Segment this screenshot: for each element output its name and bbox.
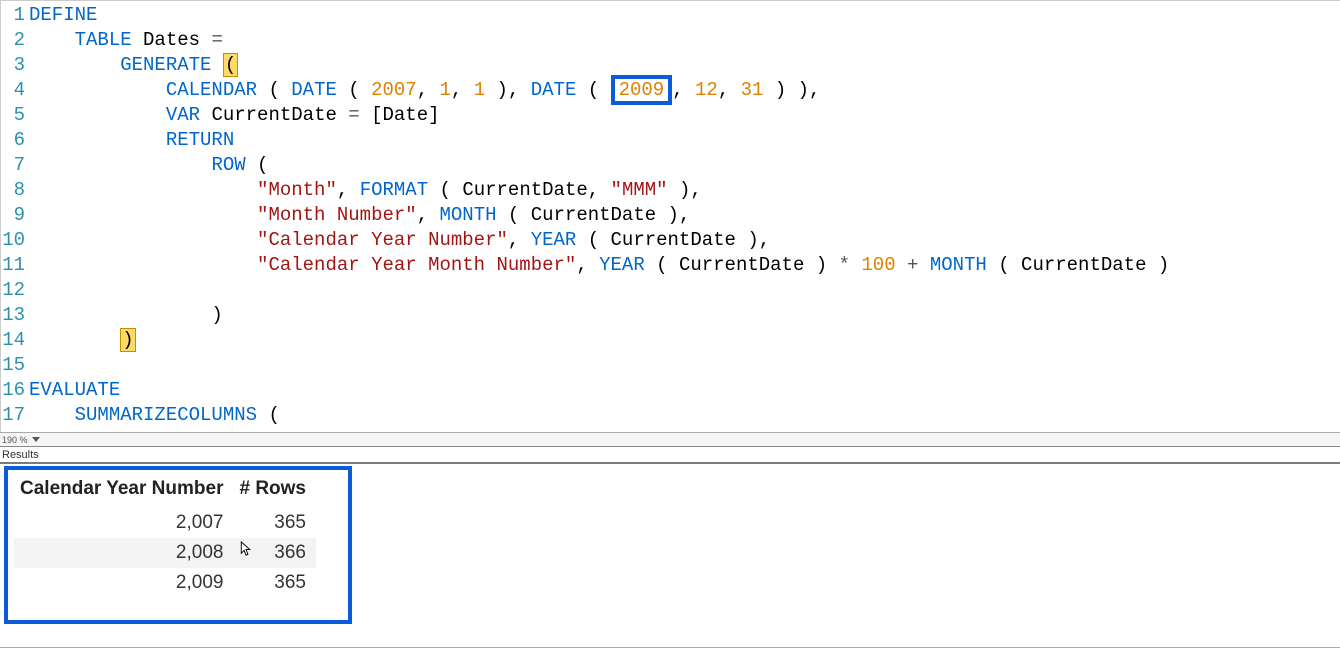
line-number: 17: [1, 403, 29, 428]
line-number: 2: [1, 28, 29, 53]
line-number: 16: [1, 378, 29, 403]
table-row[interactable]: 2,008366: [14, 538, 316, 568]
cell: 365: [233, 508, 316, 538]
results-panel: Calendar Year Number# Rows 2,0073652,008…: [0, 462, 1340, 648]
line-number: 6: [1, 128, 29, 153]
chevron-down-icon[interactable]: [32, 437, 40, 442]
cell: 365: [233, 568, 316, 598]
line-number: 1: [1, 3, 29, 28]
line-number: 8: [1, 178, 29, 203]
line-number: 11: [1, 253, 29, 278]
line-number: 5: [1, 103, 29, 128]
cell: 2,008: [14, 538, 233, 568]
column-header[interactable]: # Rows: [233, 470, 316, 508]
highlight-box-inline: 2009: [611, 75, 673, 105]
line-number: 13: [1, 303, 29, 328]
column-header[interactable]: Calendar Year Number: [14, 470, 233, 508]
line-number: 15: [1, 353, 29, 378]
cell: 366: [233, 538, 316, 568]
line-number: 10: [1, 228, 29, 253]
line-number: 3: [1, 53, 29, 78]
line-number: 7: [1, 153, 29, 178]
zoom-level: 190 %: [2, 435, 28, 445]
table-row[interactable]: 2,009365: [14, 568, 316, 598]
line-number: 12: [1, 278, 29, 303]
line-number: 14: [1, 328, 29, 353]
line-number: 9: [1, 203, 29, 228]
line-number-gutter: 1234567891011121314151617: [1, 1, 29, 432]
cell: 2,009: [14, 568, 233, 598]
code-content[interactable]: DEFINE TABLE Dates = GENERATE ( CALENDAR…: [29, 1, 1340, 432]
line-number: 4: [1, 78, 29, 103]
table-row[interactable]: 2,007365: [14, 508, 316, 538]
cell: 2,007: [14, 508, 233, 538]
results-panel-label: Results: [0, 446, 1340, 462]
zoom-bar[interactable]: 190 %: [0, 432, 1340, 446]
code-editor[interactable]: 1234567891011121314151617 DEFINE TABLE D…: [0, 0, 1340, 432]
results-table[interactable]: Calendar Year Number# Rows 2,0073652,008…: [14, 470, 316, 598]
